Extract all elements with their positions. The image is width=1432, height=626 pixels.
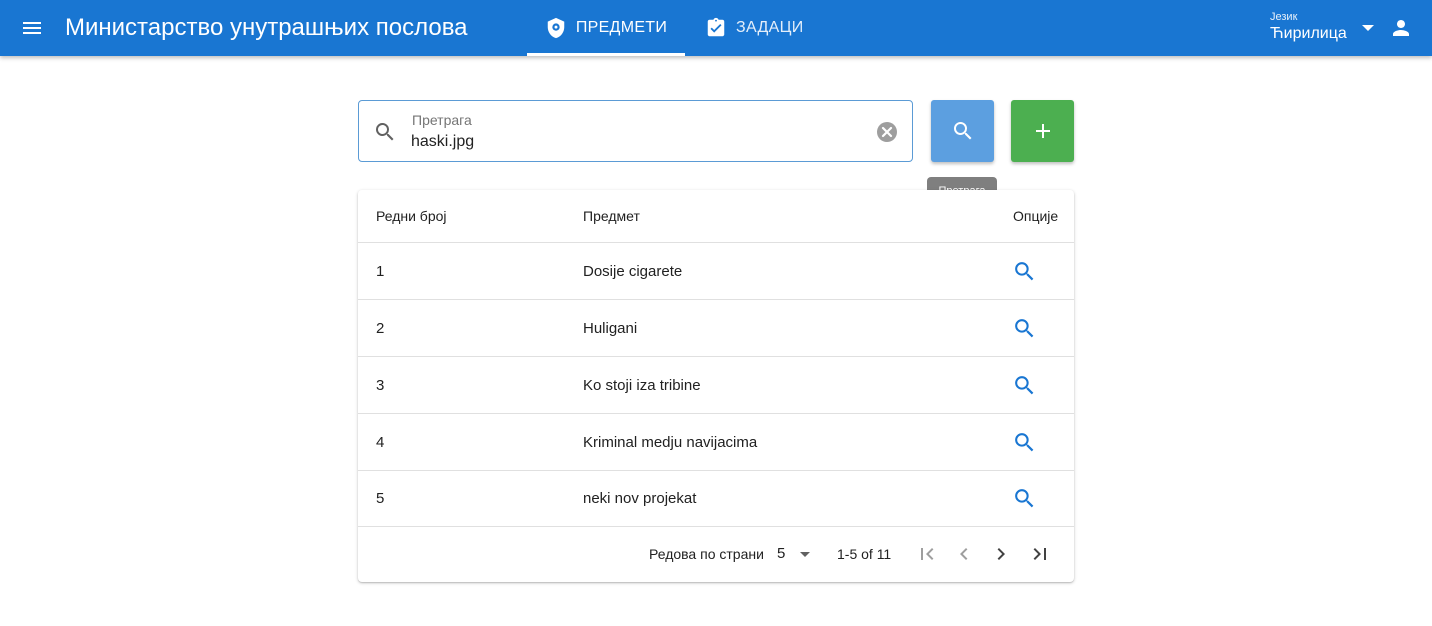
shield-icon xyxy=(547,17,565,39)
menu-icon[interactable] xyxy=(20,16,44,40)
column-options: Опције xyxy=(1013,208,1059,224)
search-button[interactable] xyxy=(931,100,994,162)
clipboard-check-icon xyxy=(707,17,725,37)
tab-tasks-label: ЗАДАЦИ xyxy=(736,19,804,36)
rows-per-page-label: Редова по страни xyxy=(649,546,764,562)
table-header: Редни број Предмет Опције xyxy=(358,190,1074,243)
table-row: 5 neki nov projekat xyxy=(358,470,1074,527)
view-details-icon[interactable] xyxy=(1012,259,1037,284)
last-page-icon[interactable] xyxy=(1028,542,1052,566)
clear-icon[interactable] xyxy=(875,120,899,144)
chevron-down-icon xyxy=(800,552,810,557)
next-page-icon[interactable] xyxy=(989,542,1013,566)
plus-icon xyxy=(1035,124,1050,138)
table-pagination: Редова по страни 5 1-5 of 11 xyxy=(358,527,1074,582)
row-number: 5 xyxy=(376,490,385,507)
tab-tasks[interactable]: ЗАДАЦИ xyxy=(705,0,804,56)
search-field[interactable]: Претрага xyxy=(358,100,913,162)
rows-per-page-value: 5 xyxy=(777,545,786,562)
language-label: Језик xyxy=(1270,11,1298,23)
table-row: 2 Huligani xyxy=(358,300,1074,357)
tab-subjects[interactable]: ПРЕДМЕТИ xyxy=(527,0,685,56)
row-number: 1 xyxy=(376,263,385,280)
table-row: 3 Ko stoji iza tribine xyxy=(358,357,1074,414)
app-title: Министарство унутрашњих послова xyxy=(65,14,468,41)
subjects-table: Редни број Предмет Опције 1 Dosije cigar… xyxy=(358,190,1074,582)
view-details-icon[interactable] xyxy=(1012,430,1037,455)
add-button[interactable] xyxy=(1011,100,1074,162)
previous-page-icon[interactable] xyxy=(952,542,976,566)
app-bar: Министарство унутрашњих послова ПРЕДМЕТИ… xyxy=(0,0,1432,56)
row-subject: Ko stoji iza tribine xyxy=(583,377,701,394)
rows-per-page-select[interactable]: 5 xyxy=(776,545,816,565)
row-number: 3 xyxy=(376,377,385,394)
search-icon xyxy=(953,122,971,140)
column-number: Редни број xyxy=(376,208,447,224)
search-label: Претрага xyxy=(412,112,472,128)
search-input[interactable] xyxy=(411,131,851,153)
table-row: 4 Kriminal medju navijacima xyxy=(358,414,1074,471)
row-subject: neki nov projekat xyxy=(583,490,697,507)
user-icon[interactable] xyxy=(1389,16,1413,40)
row-subject: Kriminal medju navijacima xyxy=(583,434,758,451)
view-details-icon[interactable] xyxy=(1012,373,1037,398)
tab-subjects-label: ПРЕДМЕТИ xyxy=(575,19,668,36)
row-number: 2 xyxy=(376,320,385,337)
page-range: 1-5 of 11 xyxy=(837,546,892,562)
row-subject: Huligani xyxy=(583,320,638,337)
language-value: Ћирилица xyxy=(1270,25,1347,42)
view-details-icon[interactable] xyxy=(1012,316,1037,341)
language-select[interactable]: Језик Ћирилица xyxy=(1270,11,1347,44)
row-number: 4 xyxy=(376,434,385,451)
chevron-down-icon[interactable] xyxy=(1362,25,1374,31)
row-subject: Dosije cigarete xyxy=(583,263,683,280)
column-subject: Предмет xyxy=(583,208,640,224)
table-row: 1 Dosije cigarete xyxy=(358,243,1074,300)
search-icon xyxy=(376,123,394,141)
first-page-icon[interactable] xyxy=(915,542,939,566)
view-details-icon[interactable] xyxy=(1012,486,1037,511)
active-tab-indicator xyxy=(527,53,685,56)
